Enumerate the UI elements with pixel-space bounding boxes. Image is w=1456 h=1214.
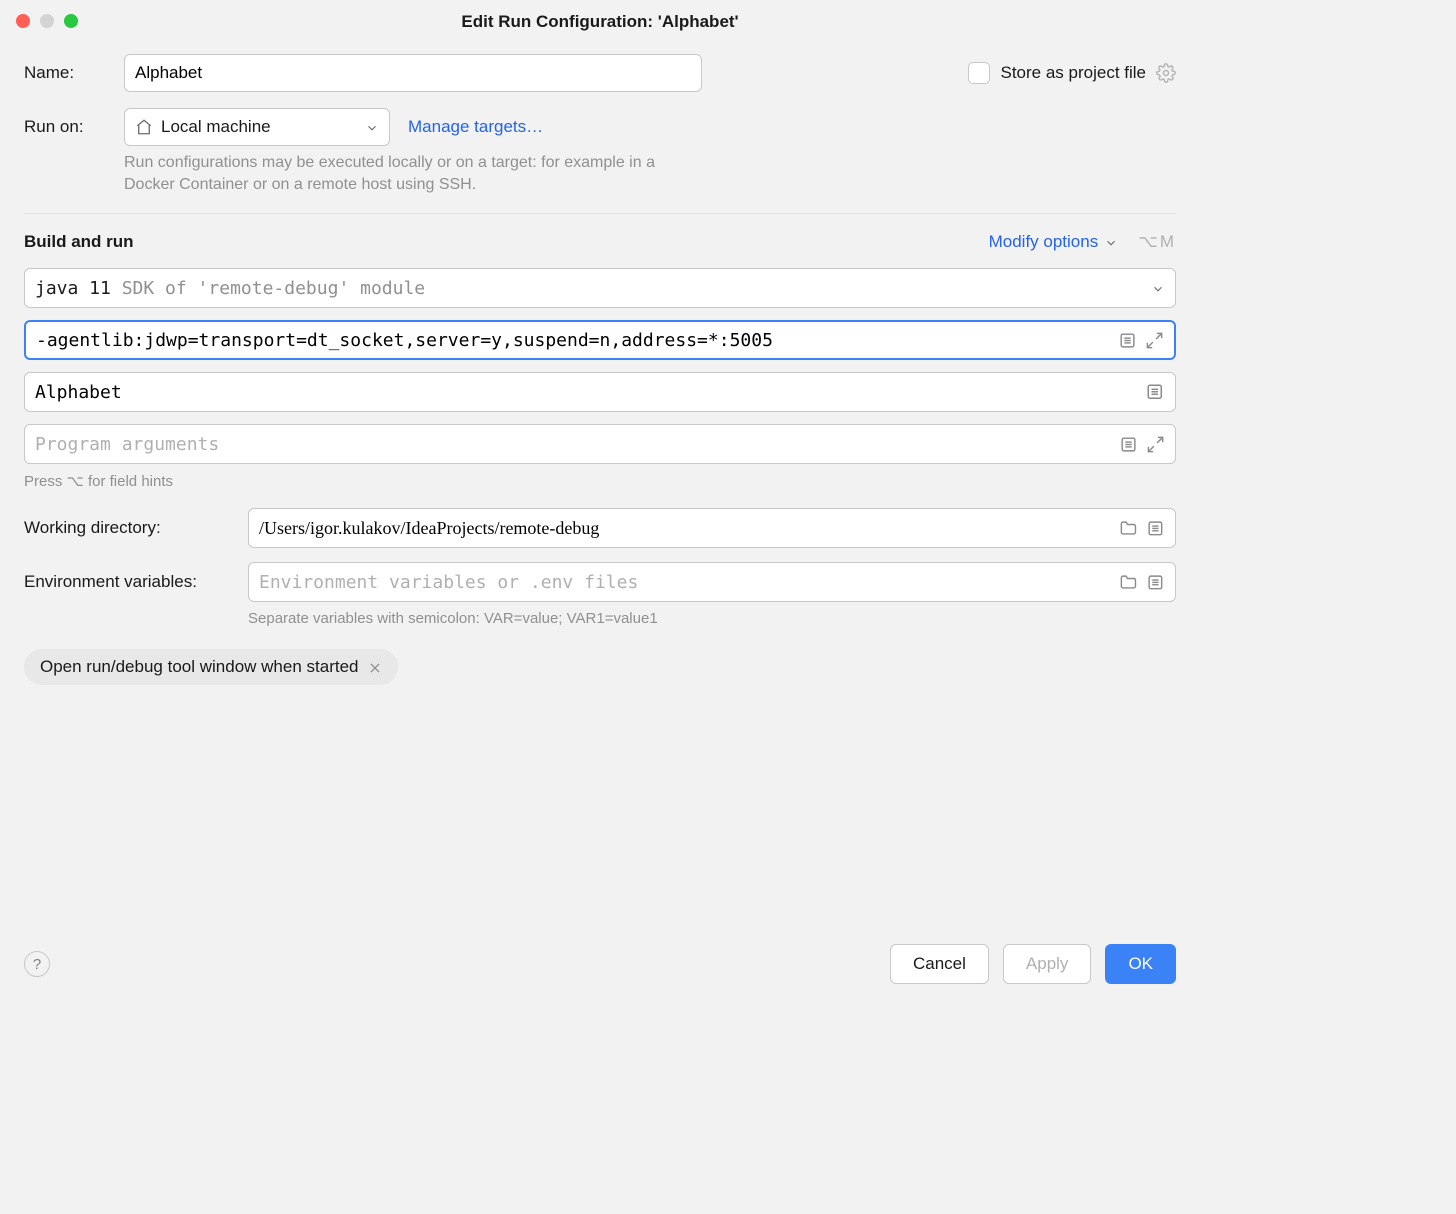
working-directory-label: Working directory:: [24, 518, 234, 538]
close-icon[interactable]: [368, 660, 382, 674]
store-as-project-file[interactable]: Store as project file: [968, 62, 1176, 84]
name-input-wrap: [124, 54, 702, 92]
gear-icon[interactable]: [1156, 63, 1176, 83]
dialog-footer: ? Cancel Apply OK: [0, 924, 1200, 1004]
main-class-field[interactable]: [35, 382, 1137, 403]
run-on-label: Run on:: [24, 117, 124, 137]
list-icon[interactable]: [1146, 518, 1165, 538]
chevron-down-icon: [365, 120, 379, 134]
jdk-value: java 11 SDK of 'remote-debug' module: [35, 278, 1143, 299]
vm-options-input: [24, 320, 1176, 360]
chevron-down-icon: [1151, 281, 1165, 295]
expand-icon[interactable]: [1146, 434, 1165, 454]
manage-targets-link[interactable]: Manage targets…: [408, 117, 543, 137]
modify-options-shortcut: ⌥M: [1138, 232, 1176, 252]
program-args-input: [24, 424, 1176, 464]
build-and-run-title: Build and run: [24, 232, 134, 252]
field-hints-note: Press ⌥ for field hints: [24, 472, 1176, 490]
expand-icon[interactable]: [1145, 330, 1164, 350]
maximize-window-button[interactable]: [64, 14, 78, 28]
apply-button[interactable]: Apply: [1003, 944, 1092, 984]
dialog-content: Name: Store as project file Run on: Loca…: [0, 44, 1200, 924]
option-tag-open-tool-window[interactable]: Open run/debug tool window when started: [24, 649, 398, 685]
program-args-field[interactable]: [35, 434, 1111, 455]
cancel-button[interactable]: Cancel: [890, 944, 989, 984]
minimize-window-button[interactable]: [40, 14, 54, 28]
ok-button[interactable]: OK: [1105, 944, 1176, 984]
dialog-title: Edit Run Configuration: 'Alphabet': [461, 12, 738, 32]
list-icon[interactable]: [1145, 382, 1165, 402]
main-class-input: [24, 372, 1176, 412]
store-checkbox[interactable]: [968, 62, 990, 84]
titlebar: Edit Run Configuration: 'Alphabet': [0, 0, 1200, 44]
run-on-select[interactable]: Local machine: [124, 108, 390, 146]
dialog-root: Edit Run Configuration: 'Alphabet' Name:…: [0, 0, 1200, 1004]
vm-options-field[interactable]: [36, 330, 1110, 351]
list-icon[interactable]: [1119, 434, 1138, 454]
help-button[interactable]: ?: [24, 951, 50, 977]
store-label: Store as project file: [1000, 63, 1146, 83]
name-input[interactable]: [135, 63, 691, 83]
jdk-main: java 11: [35, 278, 122, 299]
list-icon[interactable]: [1118, 330, 1137, 350]
env-vars-field[interactable]: [259, 572, 1111, 593]
modify-options-link[interactable]: Modify options ⌥M: [989, 232, 1176, 252]
chevron-down-icon: [1104, 235, 1118, 249]
close-window-button[interactable]: [16, 14, 30, 28]
window-controls: [16, 14, 78, 28]
name-label: Name:: [24, 63, 124, 83]
folder-icon[interactable]: [1119, 518, 1138, 538]
jdk-select[interactable]: java 11 SDK of 'remote-debug' module: [24, 268, 1176, 308]
run-on-value: Local machine: [161, 117, 357, 137]
working-directory-field[interactable]: [259, 518, 1111, 539]
run-on-hint: Run configurations may be executed local…: [124, 152, 664, 195]
jdk-hint: SDK of 'remote-debug' module: [122, 278, 425, 299]
working-directory-input: [248, 508, 1176, 548]
env-vars-input: [248, 562, 1176, 602]
modify-options-label: Modify options: [989, 232, 1099, 252]
env-vars-hint: Separate variables with semicolon: VAR=v…: [248, 610, 1176, 627]
home-icon: [135, 118, 153, 136]
separator: [24, 213, 1176, 214]
env-vars-label: Environment variables:: [24, 572, 234, 592]
folder-icon[interactable]: [1119, 572, 1138, 592]
option-tag-label: Open run/debug tool window when started: [40, 657, 358, 677]
list-icon[interactable]: [1146, 572, 1165, 592]
